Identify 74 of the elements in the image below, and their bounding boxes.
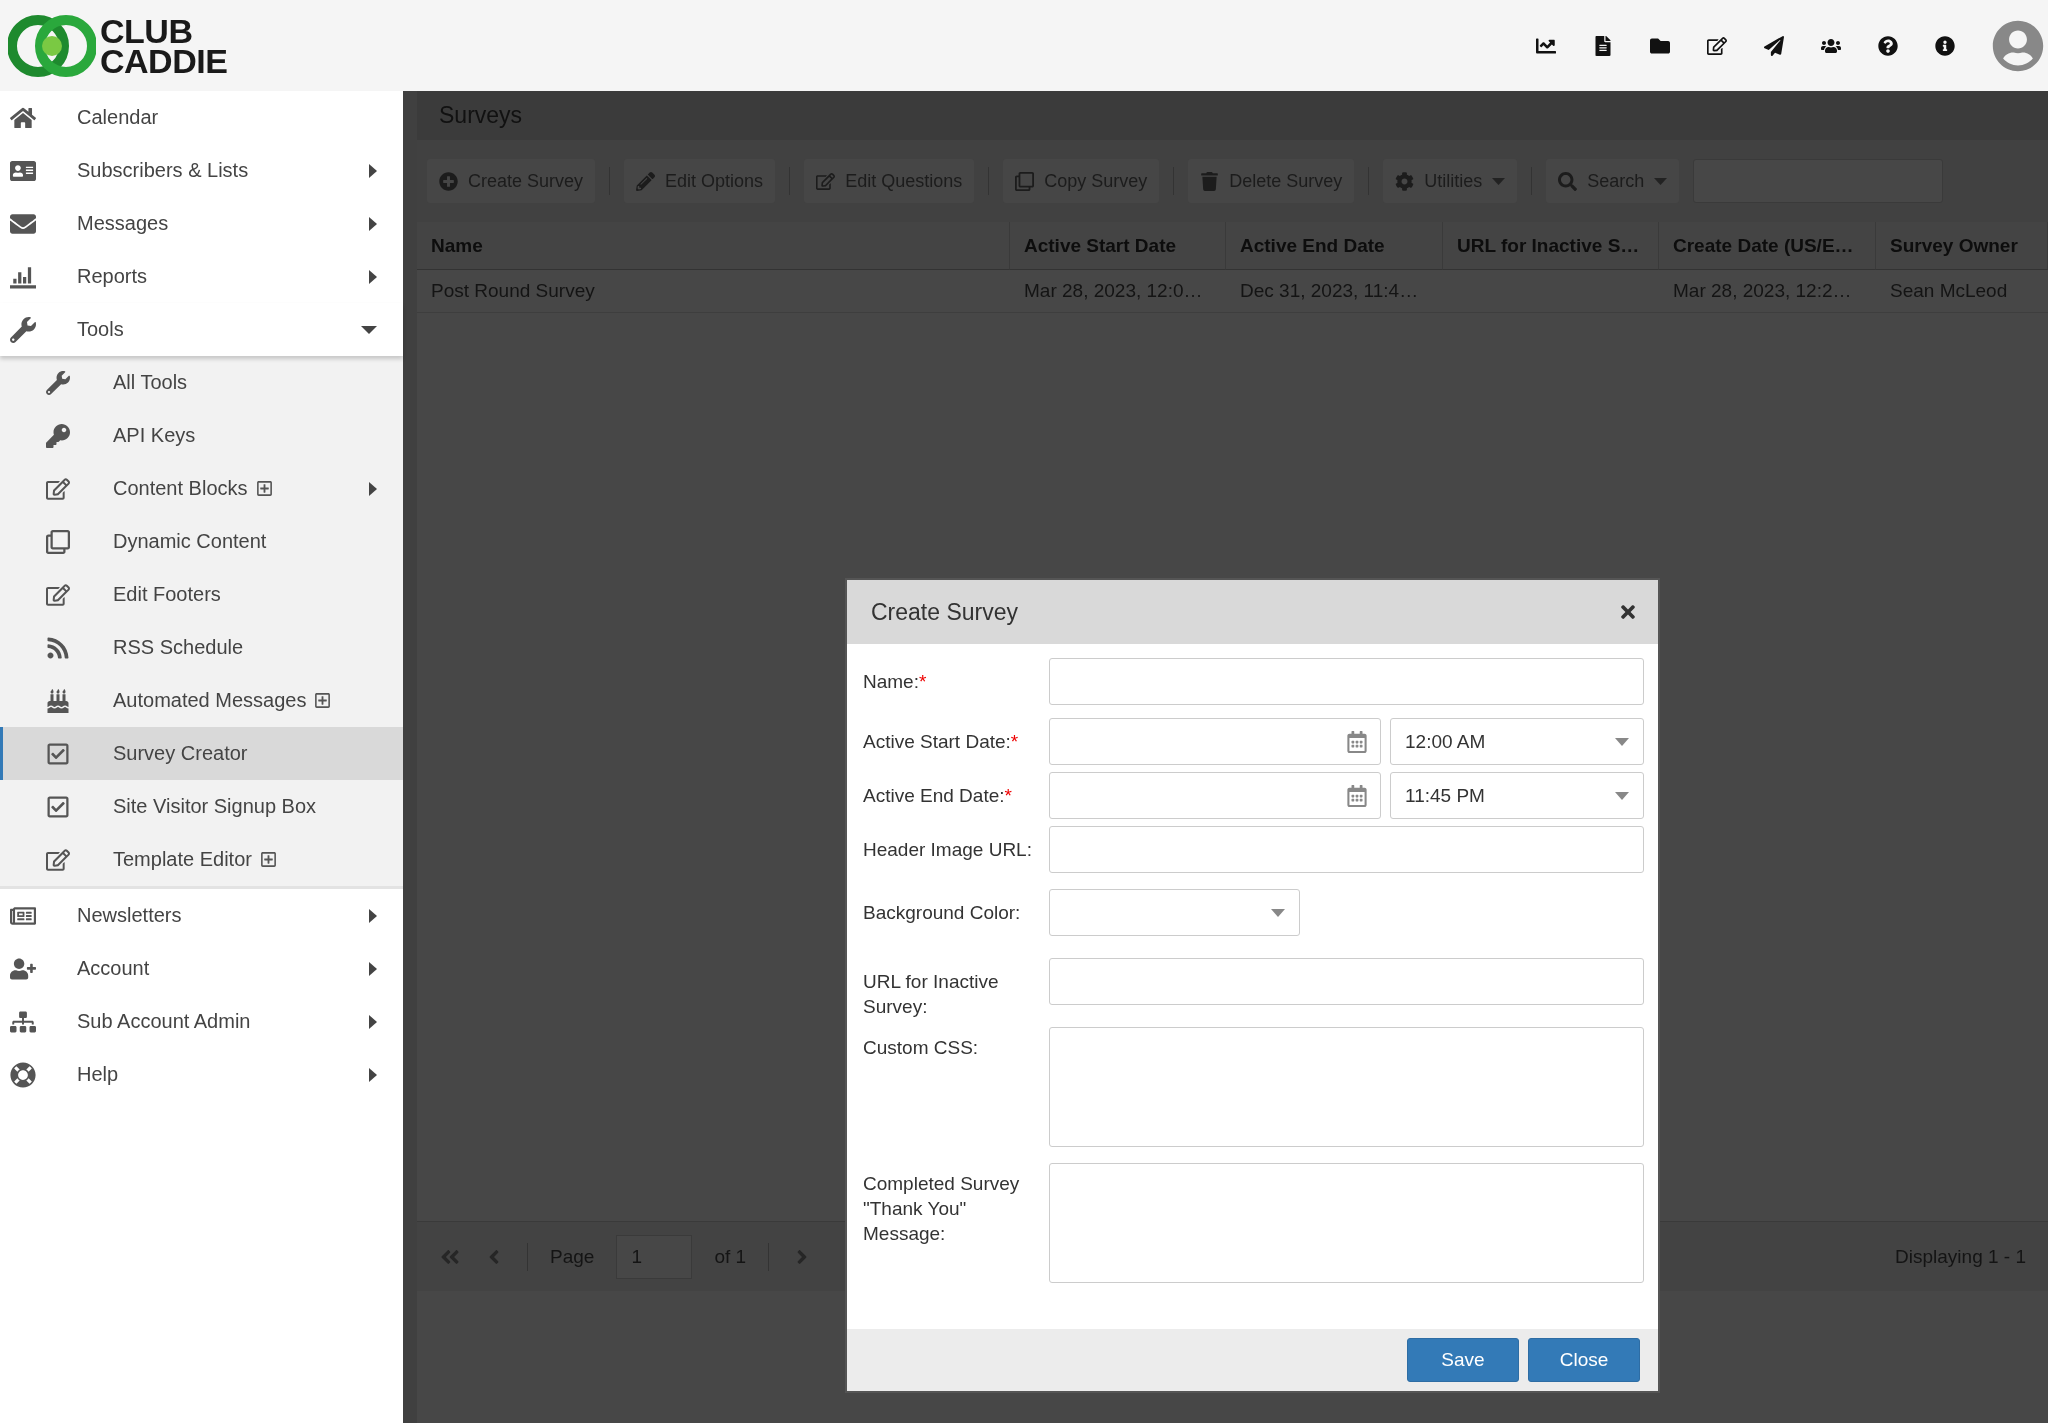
edit-icon	[816, 171, 836, 191]
sidebar-item[interactable]: Edit Footers	[0, 568, 403, 621]
date-field[interactable]	[1049, 772, 1381, 819]
caret-icon	[1615, 737, 1629, 746]
pencil-icon	[636, 171, 656, 191]
close-button[interactable]	[1618, 602, 1638, 622]
edit-icon[interactable]	[1707, 35, 1727, 56]
rss-icon	[46, 635, 70, 660]
caret-icon	[369, 908, 377, 923]
edit-icon	[46, 476, 70, 501]
text-field[interactable]	[1049, 958, 1644, 1005]
close-button[interactable]: Close	[1528, 1338, 1640, 1382]
edit-icon	[46, 847, 70, 872]
sidebar-item[interactable]: Tools	[0, 303, 403, 356]
gear-icon	[1395, 171, 1415, 191]
caret-icon	[369, 216, 377, 231]
avatar-icon[interactable]	[1992, 19, 2044, 72]
checkbox-icon	[46, 741, 70, 766]
field-label: Completed Survey "Thank You" Message:	[863, 1172, 1021, 1246]
sidebar-item[interactable]: Site Visitor Signup Box	[0, 780, 403, 833]
color-select[interactable]	[1049, 889, 1300, 936]
sidebar-item[interactable]: API Keys	[0, 409, 403, 462]
sidebar-item[interactable]: Template Editor	[0, 833, 403, 886]
checkbox-icon	[46, 794, 70, 819]
calendar-icon[interactable]	[1346, 784, 1368, 807]
sidebar-item[interactable]: Survey Creator	[0, 727, 403, 780]
caret-icon	[361, 325, 377, 334]
document-icon[interactable]	[1593, 35, 1613, 56]
caret-icon	[369, 269, 377, 284]
edit-icon	[46, 582, 70, 607]
save-button[interactable]: Save	[1407, 1338, 1519, 1382]
caret-icon	[369, 1014, 377, 1029]
sidebar-item[interactable]: Content Blocks	[0, 462, 403, 515]
paper-plane-icon[interactable]	[1764, 35, 1784, 56]
field-label: URL for Inactive Survey:	[863, 970, 1000, 1019]
time-select[interactable]: 12:00 AM	[1390, 718, 1644, 765]
field-label: Custom CSS:	[863, 1036, 980, 1060]
caret-icon	[369, 1067, 377, 1082]
wrench-icon	[10, 316, 36, 343]
field-label: Header Image URL:	[863, 838, 1033, 862]
caret-icon	[369, 163, 377, 178]
close-icon	[1618, 602, 1638, 622]
caret-icon	[1615, 791, 1629, 800]
sidebar-item[interactable]: All Tools	[0, 356, 403, 409]
caret-icon	[1271, 908, 1285, 917]
info-icon[interactable]	[1935, 35, 1955, 56]
life-ring-icon	[10, 1061, 36, 1088]
sidebar-item[interactable]: Dynamic Content	[0, 515, 403, 568]
dialog-title: Create Survey	[871, 598, 1018, 626]
help-icon[interactable]	[1878, 35, 1898, 56]
cake-icon	[46, 688, 70, 713]
copy-icon	[46, 529, 70, 554]
logo-text: CLUB CADDIE	[100, 15, 228, 76]
field-label: Background Color:	[863, 901, 1022, 925]
time-select[interactable]: 11:45 PM	[1390, 772, 1644, 819]
text-field[interactable]	[1049, 658, 1644, 705]
caret-icon	[1654, 177, 1668, 185]
date-field[interactable]	[1049, 718, 1381, 765]
calendar-icon[interactable]	[1346, 730, 1368, 753]
field-label: Name:*	[863, 670, 928, 694]
caret-icon	[1492, 177, 1506, 185]
caret-icon	[369, 961, 377, 976]
key-icon	[46, 423, 70, 448]
field-label: Active End Date:*	[863, 784, 1013, 808]
sidebar-item[interactable]: Automated Messages	[0, 674, 403, 727]
logo-icon	[8, 12, 96, 79]
sidebar-item[interactable]: RSS Schedule	[0, 621, 403, 674]
wrench-icon	[46, 370, 70, 395]
field-label: Active Start Date:*	[863, 730, 1020, 754]
text-field[interactable]	[1049, 826, 1644, 873]
trash-icon	[1200, 171, 1220, 191]
search-icon	[1558, 171, 1578, 191]
copy-icon	[1015, 171, 1035, 191]
caret-icon	[369, 481, 377, 496]
